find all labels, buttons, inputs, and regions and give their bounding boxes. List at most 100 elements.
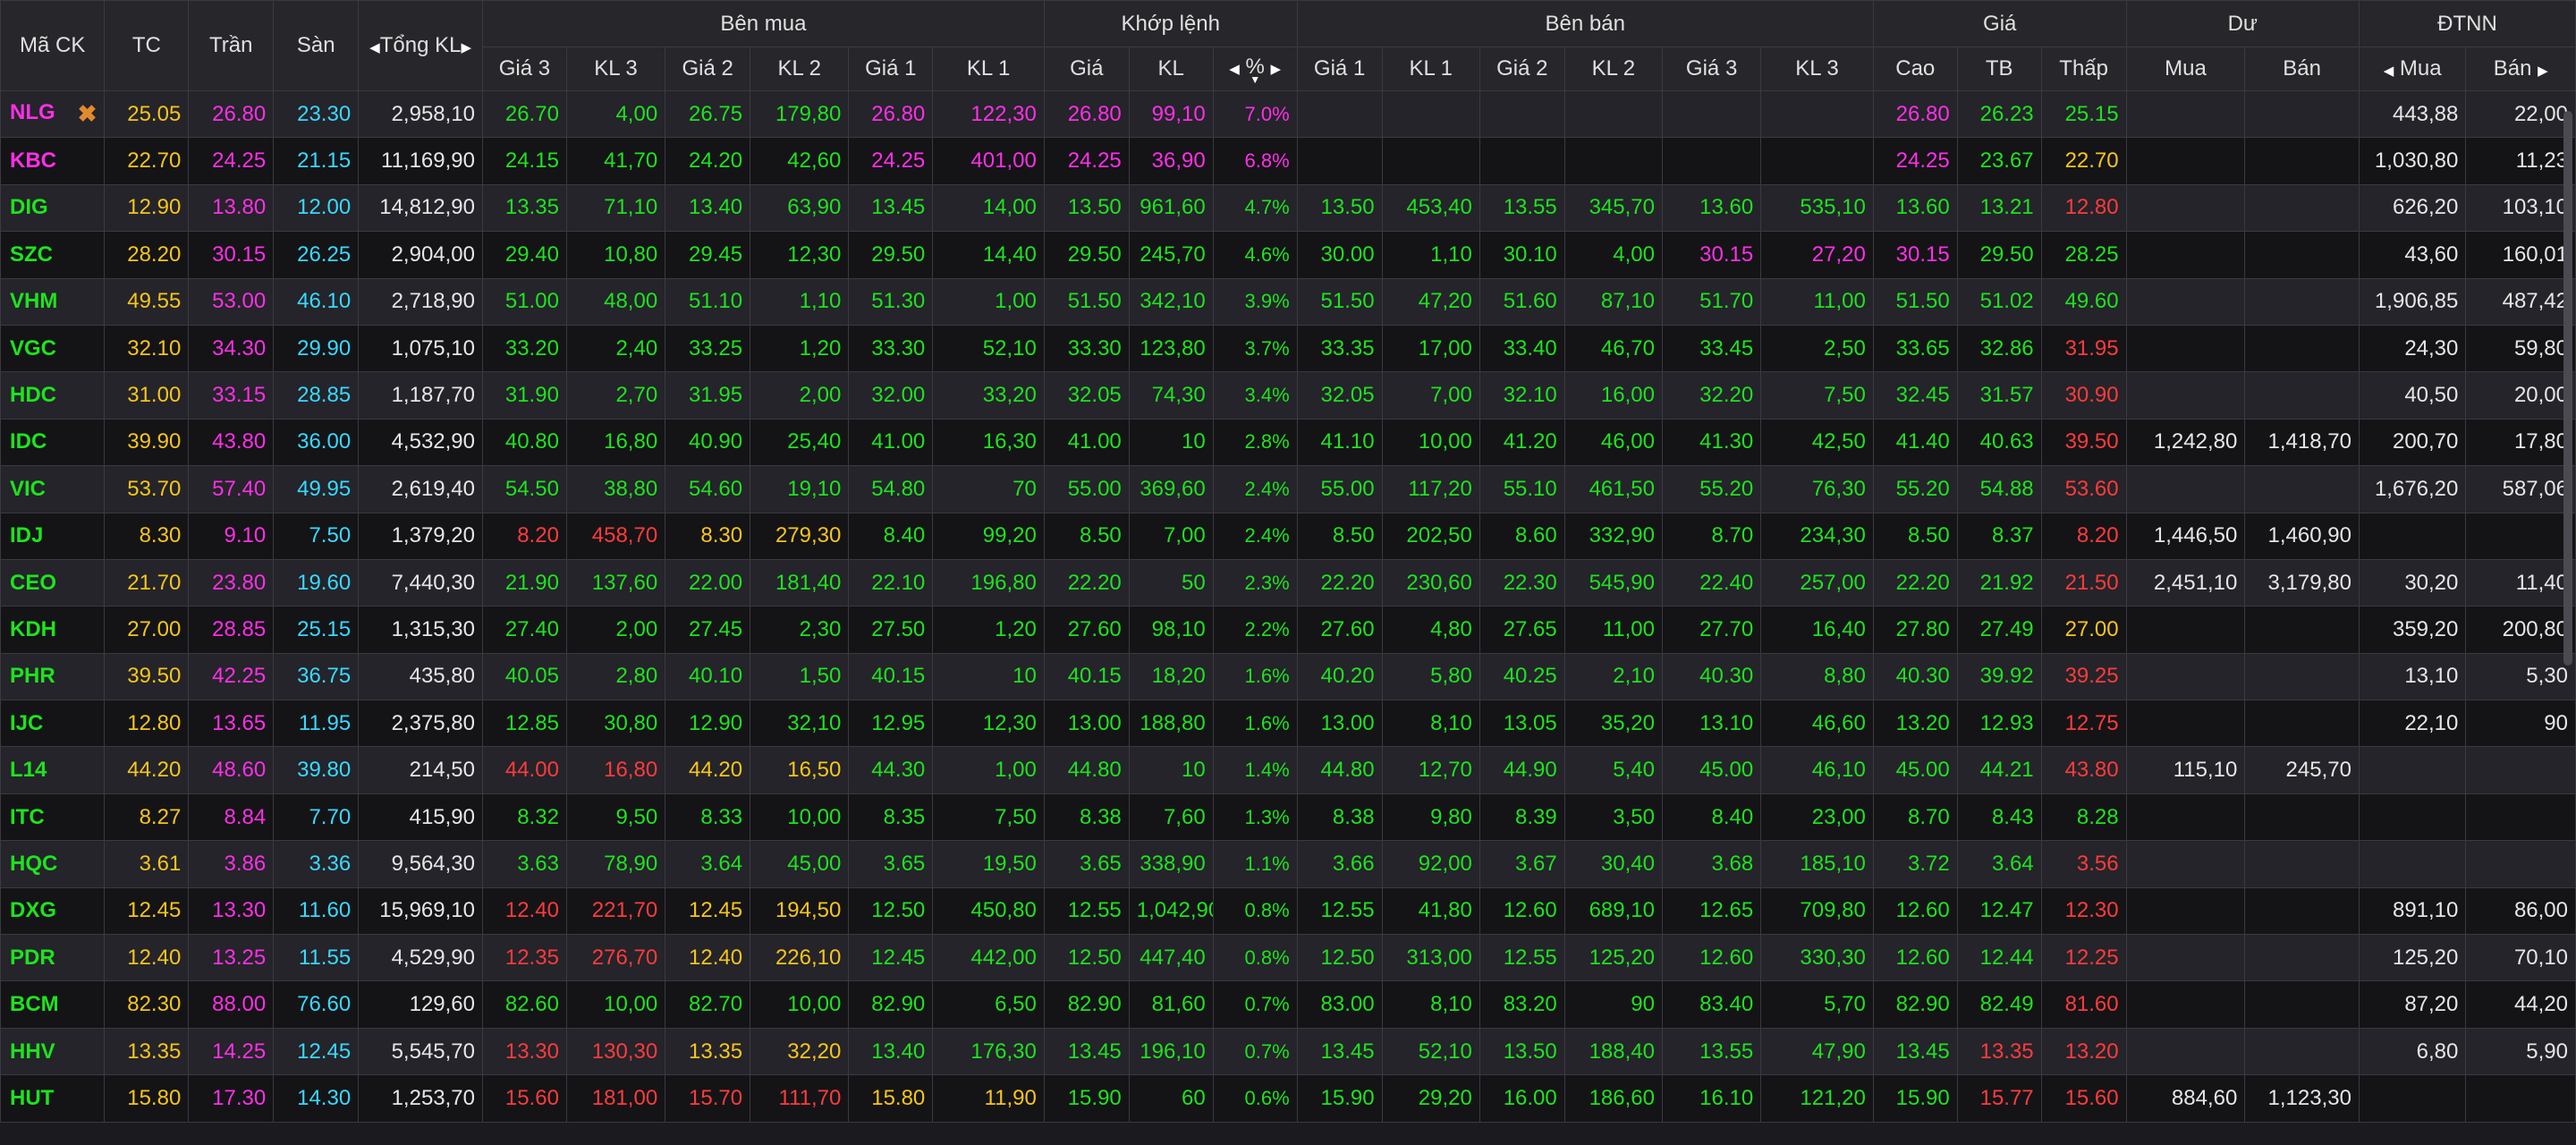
cell-sell-price-2: 40.25 bbox=[1479, 652, 1565, 701]
table-row[interactable]: VGC 32.10 34.30 29.90 1,075,10 33.20 2,40 33.25… bbox=[0, 324, 2576, 373]
cell-symbol[interactable]: NLG ✖ bbox=[0, 89, 106, 139]
cell-sell-price-2: 41.20 bbox=[1479, 418, 1565, 467]
cell-high-price: 13.45 bbox=[1872, 1027, 1958, 1076]
match-pct-value: 1.1% bbox=[1244, 852, 1290, 875]
cell-match-pct: 0.8% bbox=[1212, 934, 1298, 982]
col-header-total-volume[interactable]: ◀Tổng KL▶ bbox=[358, 0, 483, 91]
cell-symbol[interactable]: IDC bbox=[0, 418, 106, 467]
table-row[interactable]: IDC 39.90 43.80 36.00 4,532,90 40.80 16,80 40.9… bbox=[0, 418, 2576, 467]
col-header-buy-price-3[interactable]: Giá 3 bbox=[482, 47, 567, 91]
table-row[interactable]: KDH 27.00 28.85 25.15 1,315,30 27.40 2,00 27.45… bbox=[0, 606, 2576, 654]
col-header-average[interactable]: TB bbox=[1956, 47, 2042, 91]
table-row[interactable]: ITC 8.27 8.84 7.70 415,90 8.32 9,50 8.33 10,00 8.… bbox=[0, 793, 2576, 842]
cell-low-price: 12.80 bbox=[2040, 183, 2127, 233]
cell-symbol[interactable]: HDC bbox=[0, 371, 106, 420]
table-row[interactable]: DXG 12.45 13.30 11.60 15,969,10 12.40 221,70 12… bbox=[0, 886, 2576, 936]
table-row[interactable]: DIG 12.90 13.80 12.00 14,812,90 13.35 71,10 13.… bbox=[0, 183, 2576, 233]
sell-price-1-value: 51.50 bbox=[1320, 289, 1375, 314]
table-row[interactable]: HHV 13.35 14.25 12.45 5,545,70 13.30 130,30 13.… bbox=[0, 1027, 2576, 1076]
buy-vol-2-value: 19,10 bbox=[787, 476, 842, 501]
watchlist-remove-icon[interactable]: ✖ bbox=[78, 100, 97, 128]
table-row[interactable]: HQC 3.61 3.86 3.36 9,564,30 3.63 78,90 3.64 45,0… bbox=[0, 840, 2576, 888]
col-header-buy-price-2[interactable]: Giá 2 bbox=[665, 47, 751, 91]
foreign-left-arrow-icon[interactable]: ◀ bbox=[2384, 64, 2394, 79]
cell-sell-price-1: 32.05 bbox=[1296, 371, 1383, 420]
table-row[interactable]: KBC 22.70 24.25 21.15 11,169,90 24.15 41,70 24.… bbox=[0, 137, 2576, 185]
col-header-floor[interactable]: Sàn bbox=[273, 0, 360, 91]
col-header-residual-sell[interactable]: Bán bbox=[2244, 47, 2360, 91]
col-header-ceiling[interactable]: Trần bbox=[188, 0, 275, 91]
table-row[interactable]: PDR 12.40 13.25 11.55 4,529,90 12.35 276,70 12.… bbox=[0, 934, 2576, 982]
col-header-match-price[interactable]: Giá bbox=[1043, 47, 1130, 91]
cell-foreign-sell bbox=[2465, 840, 2576, 888]
cell-symbol[interactable]: KDH bbox=[0, 606, 106, 654]
cell-symbol[interactable]: PDR bbox=[0, 934, 106, 982]
table-row[interactable]: HDC 31.00 33.15 28.85 1,187,70 31.90 2,70 31.95… bbox=[0, 371, 2576, 420]
col-header-symbol[interactable]: Mã CK bbox=[0, 0, 106, 91]
average-price-value: 13.21 bbox=[1979, 195, 2034, 220]
cell-symbol[interactable]: L14 bbox=[0, 746, 106, 794]
vertical-scrollbar[interactable] bbox=[2563, 111, 2572, 666]
col-header-low[interactable]: Thấp bbox=[2040, 47, 2127, 91]
cell-symbol[interactable]: HHV bbox=[0, 1027, 106, 1076]
scroll-right-arrow-icon[interactable]: ▶ bbox=[461, 40, 471, 55]
cell-symbol[interactable]: IJC bbox=[0, 700, 106, 748]
table-row[interactable]: HUT 15.80 17.30 14.30 1,253,70 15.60 181,00 15.… bbox=[0, 1074, 2576, 1123]
cell-symbol[interactable]: BCM bbox=[0, 980, 106, 1029]
cell-symbol[interactable]: SZC bbox=[0, 231, 106, 279]
foreign-right-arrow-icon[interactable]: ▶ bbox=[2538, 64, 2548, 79]
cell-symbol[interactable]: PHR bbox=[0, 652, 106, 701]
sell-price-2-value: 33.40 bbox=[1503, 335, 1557, 360]
col-header-sell-vol-3[interactable]: KL 3 bbox=[1760, 47, 1874, 91]
col-header-residual-buy[interactable]: Mua bbox=[2125, 47, 2246, 91]
cell-symbol[interactable]: DXG bbox=[0, 886, 106, 936]
cell-symbol[interactable]: ITC bbox=[0, 793, 106, 842]
table-row[interactable]: PHR 39.50 42.25 36.75 435,80 40.05 2,80 40.10 1,… bbox=[0, 652, 2576, 701]
table-row[interactable]: SZC 28.20 30.15 26.25 2,904,00 29.40 10,80 29.4… bbox=[0, 231, 2576, 279]
col-header-sell-vol-2[interactable]: KL 2 bbox=[1563, 47, 1663, 91]
cell-symbol[interactable]: VIC bbox=[0, 465, 106, 513]
col-header-buy-vol-3[interactable]: KL 3 bbox=[565, 47, 666, 91]
symbol-value: DXG bbox=[10, 898, 57, 923]
table-row[interactable]: BCM 82.30 88.00 76.60 129,60 82.60 10,00 82.70 1… bbox=[0, 980, 2576, 1029]
table-row[interactable]: CEO 21.70 23.80 19.60 7,440,30 21.90 137,60 22.… bbox=[0, 558, 2576, 607]
table-row[interactable]: IJC 12.80 13.65 11.95 2,375,80 12.85 30,80 12.9… bbox=[0, 700, 2576, 748]
cell-symbol[interactable]: VGC bbox=[0, 324, 106, 373]
col-header-match-vol[interactable]: KL bbox=[1128, 47, 1214, 91]
col-header-match-pct[interactable]: ◀ % ▶ ▼ bbox=[1212, 47, 1298, 91]
cell-buy-price-2: 12.40 bbox=[665, 934, 751, 982]
scroll-left-arrow-icon[interactable]: ◀ bbox=[369, 40, 380, 55]
col-header-sell-price-2[interactable]: Giá 2 bbox=[1479, 47, 1565, 91]
cell-sell-price-1: 44.80 bbox=[1296, 746, 1383, 794]
cell-symbol[interactable]: HUT bbox=[0, 1074, 106, 1123]
cell-symbol[interactable]: HQC bbox=[0, 840, 106, 888]
table-row[interactable]: IDJ 8.30 9.10 7.50 1,379,20 8.20 458,70 8.30 279… bbox=[0, 512, 2576, 560]
table-row[interactable]: NLG ✖ 25.05 26.80 23.30 2,958,10 26.70 4,00 26.7… bbox=[0, 89, 2576, 139]
cell-symbol[interactable]: IDJ bbox=[0, 512, 106, 560]
cell-symbol[interactable]: DIG bbox=[0, 183, 106, 233]
col-header-sell-price-1[interactable]: Giá 1 bbox=[1296, 47, 1383, 91]
sell-vol-2-value: 689,10 bbox=[1589, 898, 1655, 923]
col-header-buy-vol-2[interactable]: KL 2 bbox=[750, 47, 850, 91]
col-header-sell-price-3[interactable]: Giá 3 bbox=[1661, 47, 1762, 91]
low-price-value: 39.25 bbox=[2064, 664, 2119, 689]
cell-symbol[interactable]: KBC bbox=[0, 137, 106, 185]
col-header-buy-vol-1[interactable]: KL 1 bbox=[932, 47, 1045, 91]
col-header-foreign-buy[interactable]: ◀ Mua bbox=[2358, 47, 2467, 91]
buy-vol-1-value: 1,20 bbox=[995, 616, 1037, 641]
col-header-high[interactable]: Cao bbox=[1872, 47, 1958, 91]
cell-symbol[interactable]: CEO bbox=[0, 558, 106, 607]
cell-total-volume: 9,564,30 bbox=[358, 840, 483, 888]
col-header-sell-vol-1[interactable]: KL 1 bbox=[1381, 47, 1480, 91]
pct-right-arrow-icon[interactable]: ▶ bbox=[1271, 62, 1282, 77]
cell-sell-price-3: 13.55 bbox=[1661, 1027, 1762, 1076]
table-row[interactable]: VHM 49.55 53.00 46.10 2,718,90 51.00 48,00 51.1… bbox=[0, 277, 2576, 326]
cell-symbol[interactable]: VHM bbox=[0, 277, 106, 326]
table-row[interactable]: L14 44.20 48.60 39.80 214,50 44.00 16,80 44.20 1… bbox=[0, 746, 2576, 794]
pct-left-arrow-icon[interactable]: ◀ bbox=[1229, 62, 1240, 77]
col-header-ref[interactable]: TC bbox=[104, 0, 190, 91]
col-header-foreign-sell[interactable]: Bán ▶ bbox=[2465, 47, 2576, 91]
table-row[interactable]: VIC 53.70 57.40 49.95 2,619,40 54.50 38,80 54.6… bbox=[0, 465, 2576, 513]
cell-average-price: 27.49 bbox=[1956, 606, 2042, 654]
col-header-buy-price-1[interactable]: Giá 1 bbox=[848, 47, 934, 91]
